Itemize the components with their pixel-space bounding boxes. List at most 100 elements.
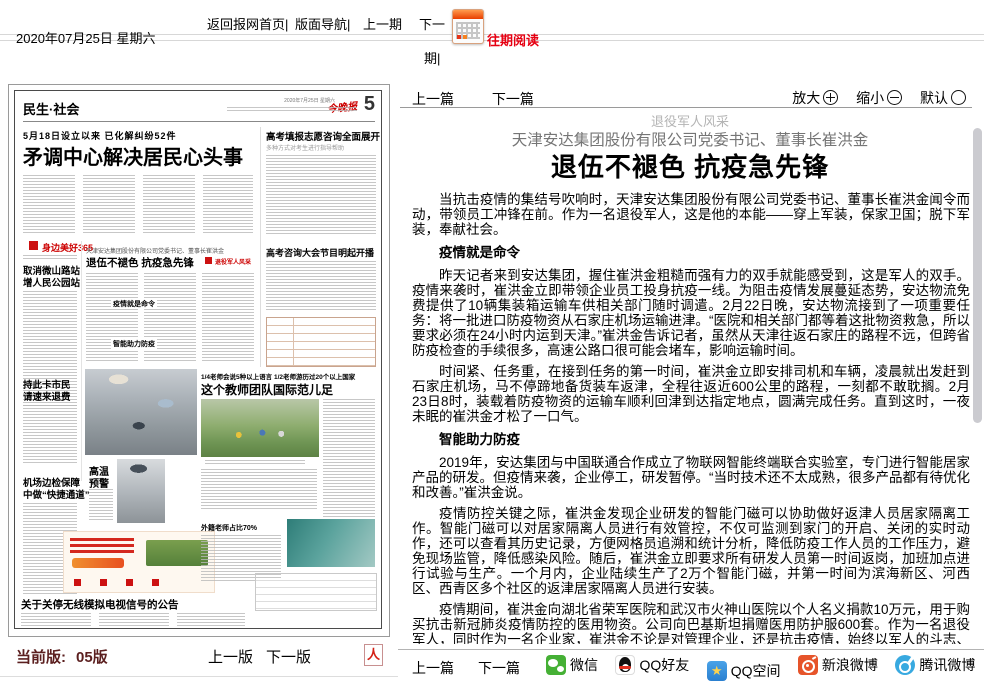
fake-text-block: [202, 273, 254, 363]
nav-prev-issue-link[interactable]: 上一期: [363, 14, 402, 33]
fake-text-block: [323, 399, 375, 519]
nav-home-link[interactable]: 返回报网首页|: [207, 14, 288, 33]
article-paragraph: 2019年，安达集团与中国联通合作成立了物联网智能终端联合实验室，专门进行智能居…: [412, 455, 970, 500]
np-center-badge-square: [205, 257, 212, 264]
np-page-number: 5: [364, 93, 375, 116]
sina-weibo-icon: [798, 655, 818, 675]
calendar-icon[interactable]: [452, 9, 484, 44]
ad-banner-thumb: [63, 531, 215, 593]
share-wechat-label: 微信: [570, 655, 598, 675]
next-article-link-bottom[interactable]: 下一篇: [478, 658, 520, 678]
calendar-icon-dot: [463, 35, 467, 39]
ad-check-square: [152, 579, 159, 586]
nav-layout-link[interactable]: 版面导航|: [295, 14, 350, 33]
np-lead-headline: 矛调中心解决居民心头事: [23, 141, 243, 170]
newspaper-page-thumbnail[interactable]: 民生·社会 2020年7月25日 星期六 今晚报 5 5月18日设立以来 已化解…: [8, 84, 390, 637]
zoom-out-button[interactable]: 缩小: [856, 90, 902, 106]
np-right-bottom-stat: 外籍老师占比70%: [201, 523, 257, 533]
share-qq-label: QQ好友: [639, 655, 689, 675]
share-qq-button[interactable]: QQ好友: [615, 655, 689, 675]
ad-check-square: [100, 579, 107, 586]
prev-article-link[interactable]: 上一篇: [412, 91, 454, 107]
np-right-mid-headline: 高考咨询大会节目明起开播: [266, 246, 374, 259]
nav-next-issue-link[interactable]: 下一: [419, 14, 445, 33]
nav-next-issue-link-wrap[interactable]: 期|: [424, 48, 440, 67]
scrollbar-thumb[interactable]: [973, 128, 982, 423]
wechat-icon: [546, 655, 566, 675]
share-wechat-button[interactable]: 微信: [546, 655, 598, 675]
share-qzone-label: QQ空间: [731, 661, 781, 681]
article-section-heading: 疫情就是命令: [412, 245, 970, 260]
article-title: 退伍不褪色 抗疫急先锋: [410, 147, 970, 184]
article-paragraph: 疫情防控关键之际，崔洪金发现企业研发的智能门磁可以协助做好返津人员居家隔离工作。…: [412, 506, 970, 596]
np-center-kicker: 天津安达集团股份有限公司党委书记、董事长崔洪金: [86, 246, 224, 255]
np-left-lower-headline-2: 请速来退费: [23, 389, 71, 403]
umbrella-photo-thumb: [117, 459, 165, 523]
calendar-icon-dot: [457, 35, 461, 39]
ad-check-square: [74, 579, 81, 586]
ad-red-text: [70, 538, 134, 554]
np-left-mid-headline-2: 增人民公园站: [23, 275, 80, 289]
fake-text-block: [86, 273, 138, 363]
np-column-rule: [260, 127, 261, 367]
share-sina-weibo-label: 新浪微博: [822, 655, 878, 675]
grass-photo-thumb: [201, 399, 319, 457]
next-page-link[interactable]: 下一版: [266, 646, 311, 667]
zoom-in-icon: [823, 90, 838, 105]
np-center-subhead-2: 智能助力防疫: [111, 339, 157, 349]
fake-text-block: [201, 469, 317, 509]
share-tencent-weibo-button[interactable]: 腾讯微博: [895, 655, 975, 675]
zoom-default-button[interactable]: 默认: [920, 90, 966, 106]
share-sina-weibo-button[interactable]: 新浪微博: [798, 655, 878, 675]
next-article-link[interactable]: 下一篇: [492, 91, 534, 107]
fake-text-block: [23, 175, 75, 235]
article-paragraph: 疫情期间，崔洪金向湖北省荣军医院和武汉市火神山医院以个人名义捐款10万元，用于购…: [412, 602, 970, 644]
newspaper-reader-page: { "topbar": { "date": "2020年07月25日 星期六",…: [0, 0, 984, 684]
fake-text-block: [205, 460, 305, 464]
ad-orange-strip: [72, 558, 124, 568]
ad-green-board: [146, 540, 208, 566]
article-paragraph: 昨天记者来到安达集团，握住崔洪金粗糙而强有力的双手就能感受到，这是军人的双手。疫…: [412, 268, 970, 358]
np-center-subhead-1: 疫情就是命令: [111, 299, 157, 309]
zoom-in-button[interactable]: 放大: [792, 90, 838, 106]
pdf-icon[interactable]: 人: [364, 644, 383, 666]
prev-page-link[interactable]: 上一版: [208, 646, 253, 667]
np-schedule-table: [266, 317, 376, 367]
calendar-icon-top: [453, 10, 483, 19]
fake-text-block: [143, 175, 195, 235]
zoom-default-icon: [951, 90, 966, 105]
share-qzone-button[interactable]: ★ QQ空间: [707, 661, 781, 681]
zoom-controls: 放大 缩小 默认: [778, 88, 966, 108]
np-right-top-subhead: 多种方式对考生进行指导帮助: [266, 143, 344, 152]
prev-article-link-bottom[interactable]: 上一篇: [412, 658, 454, 678]
np-teacher-headline: 这个教师团队国际范儿足: [201, 381, 333, 398]
np-right-top-headline: 高考填报志愿咨询全面展开: [266, 129, 380, 143]
np-notice-headline: 关于关停无线模拟电视信号的公告: [21, 597, 179, 612]
issue-date: 2020年07月25日 星期六: [16, 28, 155, 47]
fake-text-block: [266, 155, 376, 235]
fake-text-block: [227, 107, 357, 112]
fake-text-block: [89, 489, 113, 521]
fake-text-block: [177, 613, 245, 626]
fake-text-block: [99, 613, 169, 626]
np-weather-headline-2: 预警: [89, 475, 109, 490]
article-paragraph: 时间紧、任务重，在接到任务的第一时间，崔洪金立即安排司机和车辆，凌晨就出发赶到石…: [412, 364, 970, 424]
article-body: 当抗击疫情的集结号吹响时，天津安达集团股份有限公司党委书记、董事长崔洪金闻令而动…: [412, 192, 970, 644]
fake-text-block: [266, 261, 376, 311]
fake-text-block: [21, 613, 91, 626]
library-photo-thumb: [287, 519, 375, 567]
qq-penguin-icon: [615, 655, 635, 675]
street-photo-thumb: [85, 369, 197, 455]
share-bar: 上一篇 下一篇 微信 QQ好友 ★ QQ空间 新浪微博 腾讯微博 + 0: [398, 650, 984, 684]
current-page-value: 05版: [76, 646, 108, 667]
np-info-box: [255, 573, 377, 611]
share-tencent-weibo-label: 腾讯微博: [919, 655, 975, 675]
np-section-title: 民生·社会: [23, 99, 79, 118]
archive-reading-link[interactable]: 往期阅读: [487, 30, 539, 49]
fake-text-block: [83, 175, 135, 235]
fake-text-block: [203, 175, 253, 235]
article-paragraph: 当抗击疫情的集结号吹响时，天津安达集团股份有限公司党委书记、董事长崔洪金闻令而动…: [412, 192, 970, 237]
qzone-star-icon: ★: [707, 661, 727, 681]
fake-text-block: [144, 273, 196, 363]
article-section-heading: 智能助力防疫: [412, 432, 970, 447]
